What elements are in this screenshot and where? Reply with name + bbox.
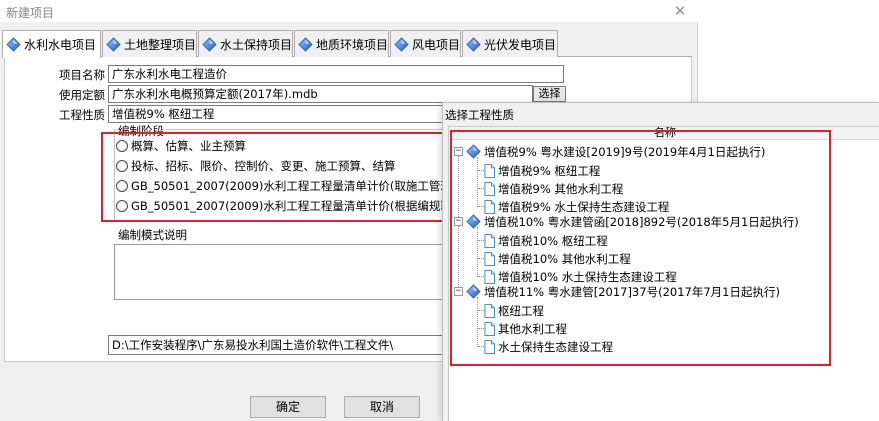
blue-diamond-icon	[298, 37, 313, 52]
popup-title: 选择工程性质	[445, 108, 514, 122]
tab-wind-power[interactable]: 风电项目	[390, 30, 461, 57]
blue-diamond-icon	[466, 37, 481, 52]
tab-label: 土地整理项目	[124, 37, 197, 52]
ok-button[interactable]: 确定	[250, 396, 326, 418]
window-title: 新建项目	[6, 6, 55, 20]
select-quota-button[interactable]: 选择	[533, 86, 566, 102]
nature-label: 工程性质	[59, 108, 105, 122]
tab-soil-conservation[interactable]: 水土保持项目	[198, 30, 293, 57]
tab-label: 地质环境项目	[316, 37, 389, 52]
tab-label: 光伏发电项目	[484, 37, 557, 52]
highlight-box-tree	[450, 130, 831, 366]
engineering-nature-input[interactable]: 增值税9% 枢纽工程	[108, 105, 448, 123]
blue-diamond-icon	[106, 37, 121, 52]
quota-input[interactable]: 广东水利水电概预算定额(2017年).mdb	[108, 85, 533, 103]
tab-solar-power[interactable]: 光伏发电项目	[462, 30, 558, 57]
blue-diamond-icon	[6, 37, 21, 52]
mode-description-area[interactable]	[114, 244, 448, 300]
project-name-input[interactable]: 广东水利水电工程造价	[108, 65, 564, 83]
project-name-label: 项目名称	[59, 68, 105, 82]
blue-diamond-icon	[202, 37, 217, 52]
tab-water-conservancy[interactable]: 水利水电项目	[2, 30, 101, 58]
highlight-box-stages	[101, 132, 444, 222]
quota-label: 使用定额	[59, 88, 105, 102]
tab-land-consolidation[interactable]: 土地整理项目	[102, 30, 197, 57]
tab-label: 水土保持项目	[220, 37, 293, 52]
tab-label: 风电项目	[412, 37, 461, 52]
tab-geological-environment[interactable]: 地质环境项目	[294, 30, 389, 57]
blue-diamond-icon	[394, 37, 409, 52]
project-path-input[interactable]: D:\工作安装程序\广东易投水利国土造价软件\工程文件\	[108, 335, 448, 355]
close-icon[interactable]: ✕	[668, 1, 692, 21]
tab-label: 水利水电项目	[24, 38, 97, 52]
title-bar: 新建项目 ✕	[0, 0, 698, 22]
mode-group-title: 编制模式说明	[116, 227, 189, 243]
project-type-tabs: 水利水电项目 土地整理项目 水土保持项目 地质环境项目 风电项目 光伏发电项目	[2, 30, 692, 58]
cancel-button[interactable]: 取消	[344, 396, 420, 418]
select-engineering-nature-popup: 选择工程性质 名称 − 增值税9% 粤水建设[2019]9号(2019年4月1日…	[442, 102, 879, 421]
